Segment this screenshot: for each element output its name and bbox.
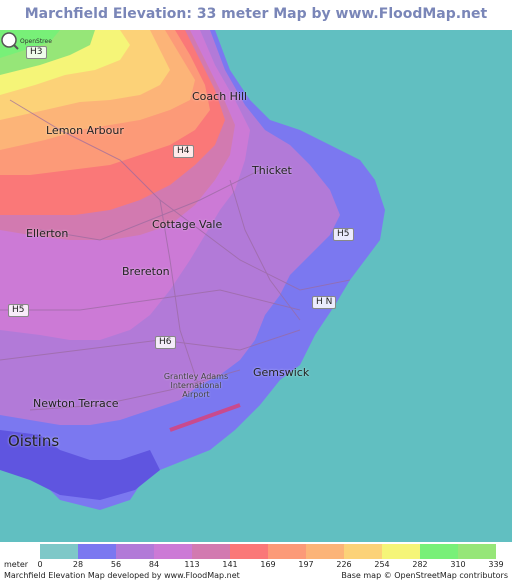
legend-tick-label: 226 [336,560,352,569]
legend-unit: meter [4,560,29,569]
legend-tick-label: 282 [412,560,428,569]
legend-swatch [420,544,458,559]
place-ellerton: Ellerton [26,227,69,240]
footer: Marchfield Elevation Map developed by ww… [0,571,512,582]
legend-tick-label: 28 [72,560,84,569]
legend-tick-label: 254 [374,560,390,569]
legend-swatch [116,544,154,559]
road-shield-h4: H4 [173,145,194,158]
legend-tick-label: 141 [222,560,238,569]
place-airport: Grantley Adams International Airport [163,372,229,399]
legend-tick-label: 113 [184,560,200,569]
legend-swatch [382,544,420,559]
legend-swatch [344,544,382,559]
place-cottage-vale: Cottage Vale [152,218,223,231]
legend-tick-label: 56 [110,560,122,569]
footer-credit: Marchfield Elevation Map developed by ww… [4,571,240,580]
place-oistins: Oistins [8,432,60,450]
map-canvas [0,30,512,542]
place-coach-hill: Coach Hill [192,90,248,103]
legend-tick-label: 197 [298,560,314,569]
legend-swatch [78,544,116,559]
place-gemswick: Gemswick [253,366,310,379]
place-lemon-arbour: Lemon Arbour [46,124,124,137]
svg-text:OpenStreetMap: OpenStreetMap [20,38,52,45]
road-shield-h6: H6 [155,336,176,349]
page-title: Marchfield Elevation: 33 meter Map by ww… [24,6,488,50]
legend-tick-label: 310 [450,560,466,569]
place-newton-terrace: Newton Terrace [33,397,119,410]
road-shield-h5-east: H5 [333,228,354,241]
place-thicket: Thicket [252,164,292,177]
legend-swatch [230,544,268,559]
legend-color-bar [40,544,496,559]
legend-tick-label: 169 [260,560,276,569]
place-brereton: Brereton [122,265,170,278]
elevation-map[interactable]: H3 H4 H5 H5 H6 H N Coach Hill Lemon Arbo… [0,30,512,542]
legend-tick-label: 84 [148,560,160,569]
legend-swatch [154,544,192,559]
road-shield-h5-west: H5 [8,304,29,317]
road-shield-hn: H N [312,296,337,309]
legend-swatch [192,544,230,559]
legend-tick-label: 0 [37,560,43,569]
legend-swatch [40,544,78,559]
openstreetmap-logo-icon: OpenStreetMap [1,32,52,50]
legend-swatch [306,544,344,559]
legend-swatch [458,544,496,559]
legend-swatch [268,544,306,559]
legend-tick-label: 339 [488,560,504,569]
footer-basemap: Base map © OpenStreetMap contributors [341,571,508,580]
